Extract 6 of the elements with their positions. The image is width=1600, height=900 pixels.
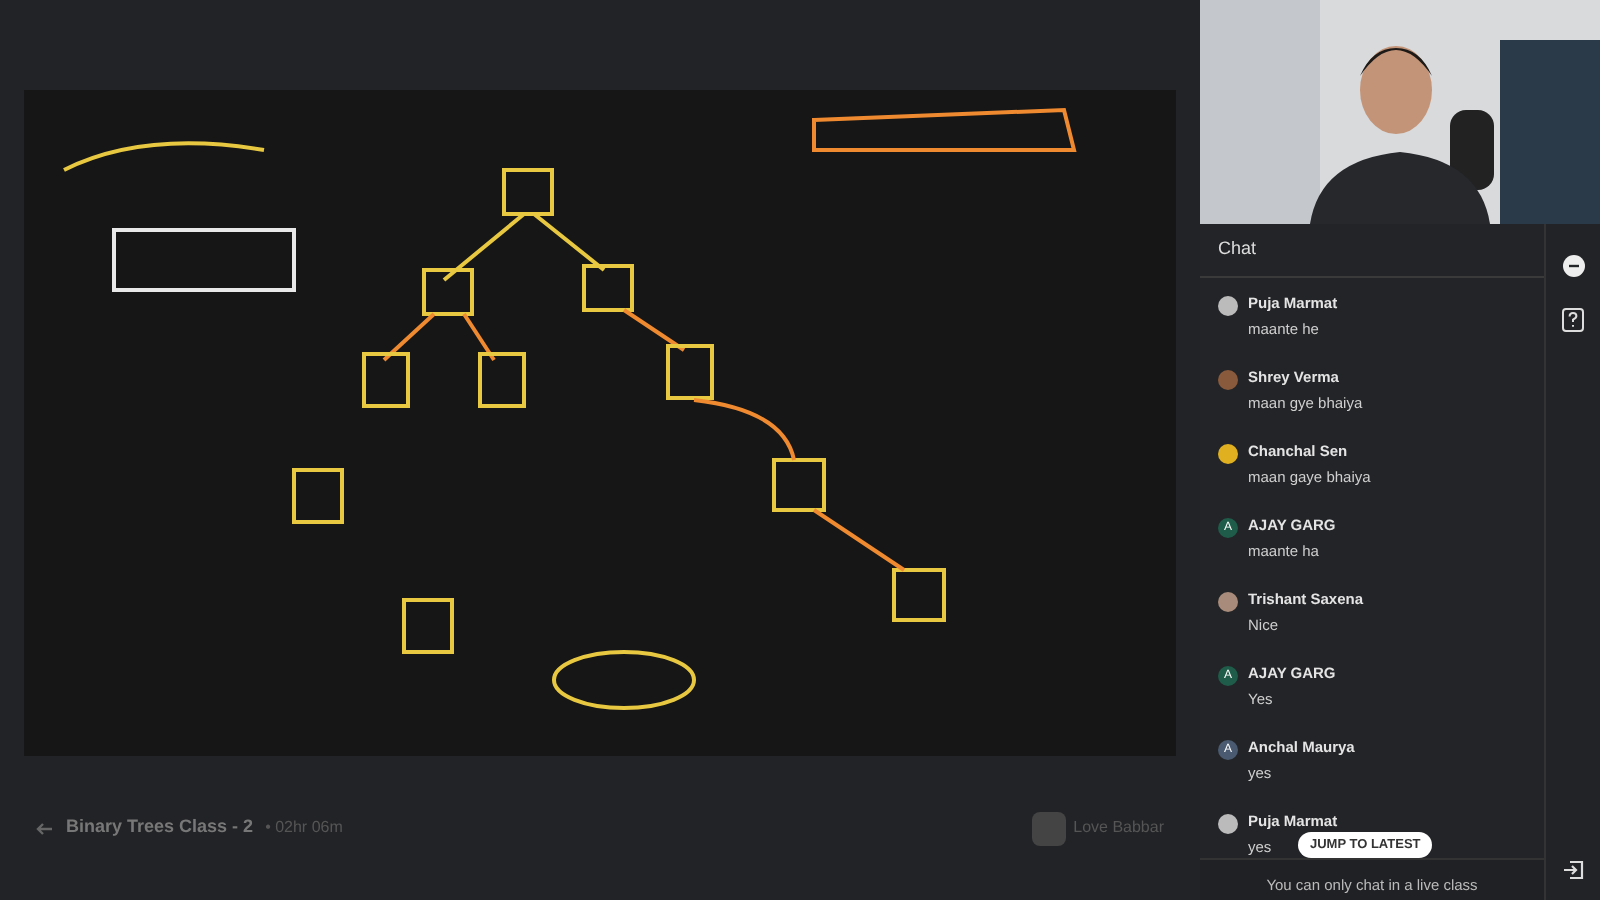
educator-avatar-icon [1031,811,1066,845]
chat-title: Chat [1218,236,1257,263]
back-arrow-icon[interactable] [36,821,54,835]
class-title: Binary Trees Class - 2 [66,814,254,841]
help-icon[interactable] [1562,308,1584,332]
exit-icon[interactable] [1562,860,1584,880]
